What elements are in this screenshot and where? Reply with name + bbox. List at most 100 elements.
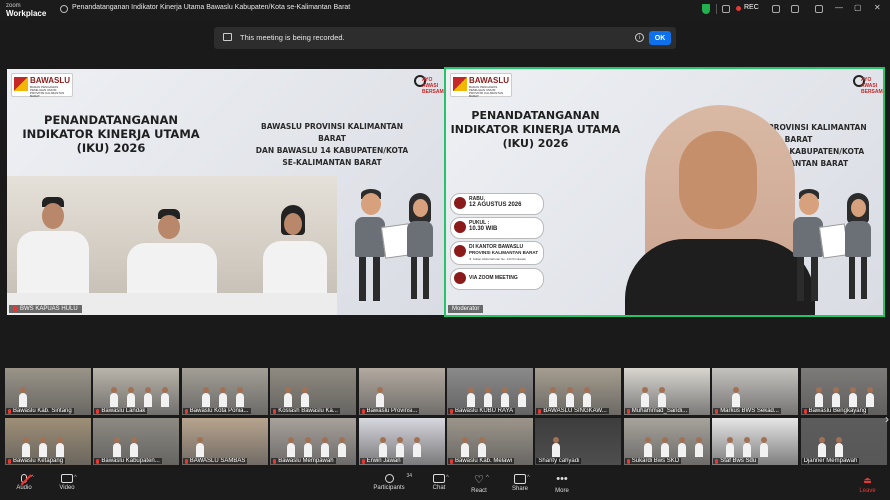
person-figure (865, 387, 874, 407)
view-icon[interactable] (815, 5, 823, 13)
close-icon[interactable]: ✕ (874, 3, 881, 12)
participant-name: Markus BWS Sekad... (720, 408, 779, 414)
participant-thumbnail[interactable]: Sukardi Bws SKD (623, 418, 710, 465)
video-tile-2[interactable]: BAWASLU BADAN PENGAWAS PEMILIHAN UMUM PR… (444, 67, 885, 317)
chevron-up-icon[interactable]: ^ (446, 475, 449, 481)
participant-thumbnail[interactable]: Muhammad_Sandi... (623, 368, 710, 415)
mic-muted-icon (715, 458, 719, 464)
shield-icon[interactable] (702, 4, 710, 14)
person-figure (284, 387, 293, 407)
participant-thumbnail[interactable]: Bawaslu Ketapang (5, 418, 91, 465)
person-figure (127, 387, 136, 407)
participant-thumbnail[interactable]: Shanty cahyadi (535, 418, 622, 465)
participant-name: Bawaslu Provinsi... (366, 408, 418, 414)
meeting-info-icon[interactable] (60, 5, 68, 13)
more-button[interactable]: ••• More (538, 471, 586, 499)
person-figure (760, 437, 769, 457)
participants-button[interactable]: 34 Participants (364, 471, 414, 499)
participant-thumbnail[interactable]: Bawaslu Landak (93, 368, 180, 415)
bawaslu-logo: BAWASLU BADAN PENGAWAS PEMILIHAN UMUM PR… (11, 73, 73, 98)
banner-info-icon[interactable]: i (635, 33, 644, 42)
participant-name-label: BWS KAPUAS HULU (9, 305, 82, 313)
card-line: VIA ZOOM MEETING (469, 275, 518, 281)
pen-icon[interactable] (772, 5, 780, 13)
calendar-icon (454, 197, 466, 209)
participant-thumbnail[interactable]: Markus BWS Sekad... (712, 368, 799, 415)
chevron-up-icon[interactable]: ^ (527, 475, 530, 481)
participant-name: Erwin Jawan (366, 458, 401, 464)
face-shape (679, 131, 757, 229)
grid-icon[interactable] (722, 5, 730, 13)
participant-thumbnail[interactable]: Erwin Jawan (358, 418, 445, 465)
heading-line: (IKU) 2026 (502, 137, 569, 150)
participant-name: Staf Bws Sdu (720, 458, 757, 464)
participant-thumbnail[interactable]: Staf Bws Sdu (712, 418, 799, 465)
card-line: Jl. Sultan Abdurrahman No. 143 Pontianak (469, 257, 526, 261)
participant-thumbnail[interactable]: Koslash Bawaslu Ka... (270, 368, 357, 415)
person-figure (19, 387, 27, 407)
participant-thumbnail[interactable]: Bawaslu Kota Ponia... (181, 368, 268, 415)
person-figure (743, 437, 752, 457)
person-figure (660, 437, 669, 457)
minimize-icon[interactable]: — (835, 3, 843, 12)
participant-thumbnail[interactable]: Bawaslu Kab. Melawi (447, 418, 533, 465)
banner-text: This meeting is being recorded. (240, 33, 345, 42)
participant-name-label: Moderator (448, 305, 484, 313)
chevron-up-icon[interactable]: ^ (486, 475, 489, 481)
participant-thumbnail[interactable]: Bawaslu KUBU RAYA (447, 368, 533, 415)
person-figure (831, 387, 840, 407)
person-figure (110, 387, 119, 407)
share-button[interactable]: ^ Share (496, 471, 544, 499)
participant-name: Bawaslu Kota Ponia... (189, 408, 249, 414)
video-tile-1[interactable]: BAWASLU BADAN PENGAWAS PEMILIHAN UMUM PR… (7, 69, 444, 315)
participant-thumbnail[interactable]: Bawaslu Bengkayang (800, 368, 887, 415)
person-figure (301, 387, 310, 407)
slide-subheading: BAWASLU PROVINSI KALIMANTAN BARAT DAN BA… (247, 121, 417, 169)
participant-thumbnail[interactable]: Bawaslu Kab. Sintang (5, 368, 91, 415)
participant-thumbnail[interactable]: BAWASLU SINGKAW... (535, 368, 622, 415)
participant-thumbnail[interactable]: Bawaslu Mempawah (270, 418, 357, 465)
participant-thumbnail[interactable]: Bawaslu Kabupaten... (93, 418, 180, 465)
chevron-up-icon[interactable]: ^ (74, 475, 77, 481)
bawaslu-emblem-icon (453, 77, 467, 91)
person-figure (39, 437, 47, 457)
recording-banner: This meeting is being recorded. i OK (214, 27, 676, 49)
person-figure (549, 387, 558, 407)
person-figure (834, 437, 843, 457)
participant-name-label: Staf Bws Sdu (713, 458, 759, 464)
person-figure (732, 387, 741, 407)
maximize-icon[interactable]: ▢ (854, 3, 862, 12)
participant-name-label: BAWASLU SAMBAS (182, 458, 248, 464)
awasi-logo: AYO AWASI BERSAMA (853, 73, 883, 99)
person-figure (412, 437, 421, 457)
participant-name: Bawaslu Landak (101, 408, 146, 414)
mic-muted-icon (450, 458, 453, 464)
heading-line: PENANDATANGANAN (44, 113, 178, 127)
title-bar: zoom Workplace Penandatanganan Indikator… (0, 0, 890, 20)
awasi-text: AYO AWASI BERSAMA (861, 77, 883, 95)
audio-button[interactable]: ^ Audio (0, 471, 48, 499)
person-figure (113, 437, 122, 457)
participant-name-label: Bawaslu Kab. Melawi (448, 458, 515, 464)
person-figure (677, 437, 686, 457)
person-figure (814, 387, 823, 407)
leave-button[interactable]: ⏏ Leave (845, 471, 890, 499)
person-figure (478, 437, 486, 457)
card-line: PROVINSI KALIMANTAN BARAT (469, 250, 539, 255)
next-page-arrow-icon[interactable]: › (885, 412, 889, 426)
person-figure (218, 387, 227, 407)
participant-thumbnail[interactable]: Bawaslu Provinsi... (358, 368, 445, 415)
participant-thumbnail[interactable]: BAWASLU SAMBAS (181, 418, 268, 465)
recording-indicator[interactable]: REC (744, 4, 759, 11)
chevron-up-icon[interactable]: ^ (31, 475, 34, 481)
participant-thumbnail[interactable]: Djanner Mempawah (800, 418, 887, 465)
mic-muted-icon (626, 408, 630, 414)
recording-icon (223, 33, 232, 41)
ok-button[interactable]: OK (649, 31, 671, 45)
participant-name: Sukardi Bws SKD (631, 458, 680, 464)
apps-icon[interactable] (791, 5, 799, 13)
meeting-toolbar: ^ Audio ^ Video 34 Participants ^ Chat ♡… (0, 469, 890, 500)
mic-muted-icon (8, 408, 11, 414)
mic-muted-icon (8, 458, 11, 464)
video-button[interactable]: ^ Video (43, 471, 91, 499)
